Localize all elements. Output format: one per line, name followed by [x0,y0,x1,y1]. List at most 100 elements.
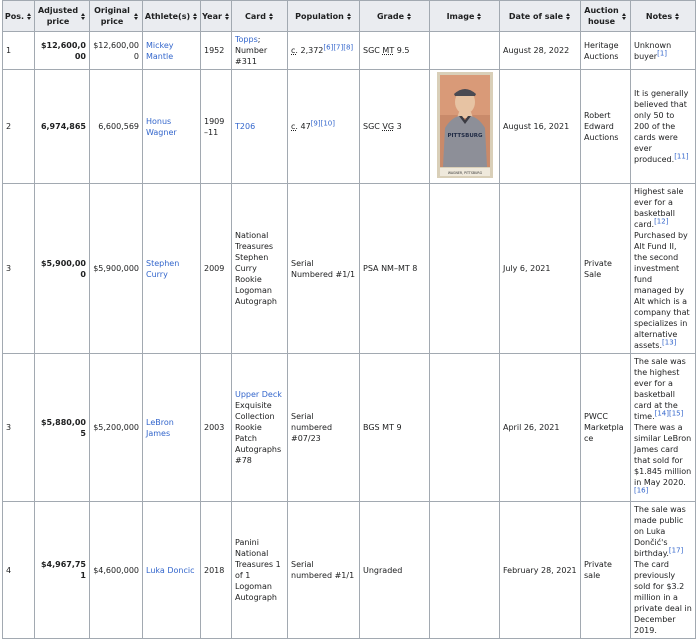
sort-icon[interactable] [193,13,198,20]
image-cell [429,353,500,502]
card-text: Exquisite Collection Rookie Patch Autogr… [235,401,282,465]
notes-cell: Unknown buyer[1] [630,31,696,70]
table-row: 3 $5,900,000 $5,900,000 Stephen Curry 20… [2,183,696,354]
header-label: Image [446,11,475,21]
date-cell: August 28, 2022 [499,31,581,70]
header-label: Adjusted price [37,6,79,26]
header-pos[interactable]: Pos. [2,0,35,32]
sort-icon[interactable] [134,13,139,20]
header-population[interactable]: Population [287,0,360,32]
grade-cell: SGC MT 9.5 [359,31,430,70]
reference-link[interactable]: [1] [657,49,667,57]
header-grade[interactable]: Grade [359,0,430,32]
reference-link[interactable]: [12] [654,217,668,225]
honus-wagner-card-image[interactable]: PITTSBURG WAGNER, PITTSBURG [436,72,493,178]
header-row: Pos. Adjusted price Original price Athle… [2,0,696,32]
header-adjusted-price[interactable]: Adjusted price [34,0,90,32]
athlete-cell: LeBron James [142,353,201,502]
notes-cell: The sale was made public on Luka Dončić'… [630,501,696,639]
athlete-link[interactable]: Stephen Curry [146,259,179,279]
header-label: Date of sale [508,11,564,21]
header-label: Card [245,11,266,21]
image-cell [429,31,500,70]
auction-house-cell: Robert Edward Auctions [580,69,631,184]
original-price-cell: $5,200,000 [89,353,143,502]
header-original-price[interactable]: Original price [89,0,143,32]
card-link[interactable]: T206 [235,122,255,131]
year-cell: 1909–11 [200,69,232,184]
population-cell: Serial numbered #1/1 [287,501,360,639]
header-athletes[interactable]: Athlete(s) [142,0,201,32]
year-cell: 2009 [200,183,232,354]
grade-number: 3 [394,122,402,131]
reference-link[interactable]: [13] [662,338,676,346]
sort-icon[interactable] [81,13,86,20]
population-value: 47 [297,122,311,131]
pos-cell: 4 [2,501,35,639]
year-cell: 1952 [200,31,232,70]
header-label: Athlete(s) [144,11,191,21]
sort-icon[interactable] [622,13,627,20]
reference-link[interactable]: [11] [674,152,688,160]
header-year[interactable]: Year [200,0,232,32]
header-label: Original price [94,6,130,26]
grade-company: SGC [363,46,380,55]
sort-icon[interactable] [675,13,680,20]
athlete-link[interactable]: Luka Doncic [146,566,194,575]
reference-link[interactable]: [9][10] [311,119,335,127]
header-label: Year [202,11,222,21]
header-notes[interactable]: Notes [630,0,696,32]
auction-house-cell: Heritage Auctions [580,31,631,70]
athlete-cell: Luka Doncic [142,501,201,639]
reference-link[interactable]: [16] [634,486,648,494]
adjusted-price-cell: $4,967,751 [34,501,90,639]
circa-abbr: c. [291,46,298,55]
pos-cell: 3 [2,183,35,354]
header-date-of-sale[interactable]: Date of sale [499,0,581,32]
reference-link[interactable]: [14][15] [655,409,684,417]
sort-icon[interactable] [269,13,274,20]
adjusted-price-cell: $5,880,005 [34,353,90,502]
adjusted-price-cell: $5,900,000 [34,183,90,354]
population-cell: Serial numbered #07/23 [287,353,360,502]
card-jersey-text: PITTSBURG [447,133,483,139]
adjusted-price-cell: 6,974,865 [34,69,90,184]
notes-text-2: The card previously sold for $3.2 millio… [634,560,692,635]
sort-icon[interactable] [477,13,482,20]
year-cell: 2003 [200,353,232,502]
header-image[interactable]: Image [429,0,500,32]
athlete-cell: Stephen Curry [142,183,201,354]
header-label: Pos. [4,11,25,21]
athlete-cell: Honus Wagner [142,69,201,184]
header-card[interactable]: Card [231,0,288,32]
athlete-link[interactable]: LeBron James [146,418,174,438]
reference-link[interactable]: [17] [669,546,683,554]
notes-cell: It is generally believed that only 50 to… [630,69,696,184]
grade-cell: BGS MT 9 [359,353,430,502]
reference-link[interactable]: [6][7][8] [323,43,353,51]
sort-icon[interactable] [407,13,412,20]
athlete-link[interactable]: Mickey Mantle [146,41,174,61]
sort-icon[interactable] [225,13,230,20]
athlete-link[interactable]: Honus Wagner [146,117,177,137]
pos-cell: 2 [2,69,35,184]
card-link[interactable]: Upper Deck [235,390,282,399]
card-link[interactable]: Topps [235,35,258,44]
sort-icon[interactable] [27,13,32,20]
image-cell: PITTSBURG WAGNER, PITTSBURG [429,69,500,184]
population-cell: Serial Numbered #1/1 [287,183,360,354]
sort-icon[interactable] [566,13,571,20]
original-price-cell: $4,600,000 [89,501,143,639]
grade-number: 9.5 [394,46,410,55]
header-label: Auction house [584,6,619,26]
sort-icon[interactable] [347,13,352,20]
header-auction-house[interactable]: Auction house [580,0,631,32]
grade-cell: Ungraded [359,501,430,639]
notes-text-2: There was a similar LeBron James card th… [634,423,692,487]
athlete-cell: Mickey Mantle [142,31,201,70]
notes-cell: The sale was the highest ever for a bask… [630,353,696,502]
date-cell: July 6, 2021 [499,183,581,354]
auction-house-cell: Private sale [580,501,631,639]
pos-cell: 1 [2,31,35,70]
table-row: 2 6,974,865 6,600,569 Honus Wagner 1909–… [2,69,696,184]
